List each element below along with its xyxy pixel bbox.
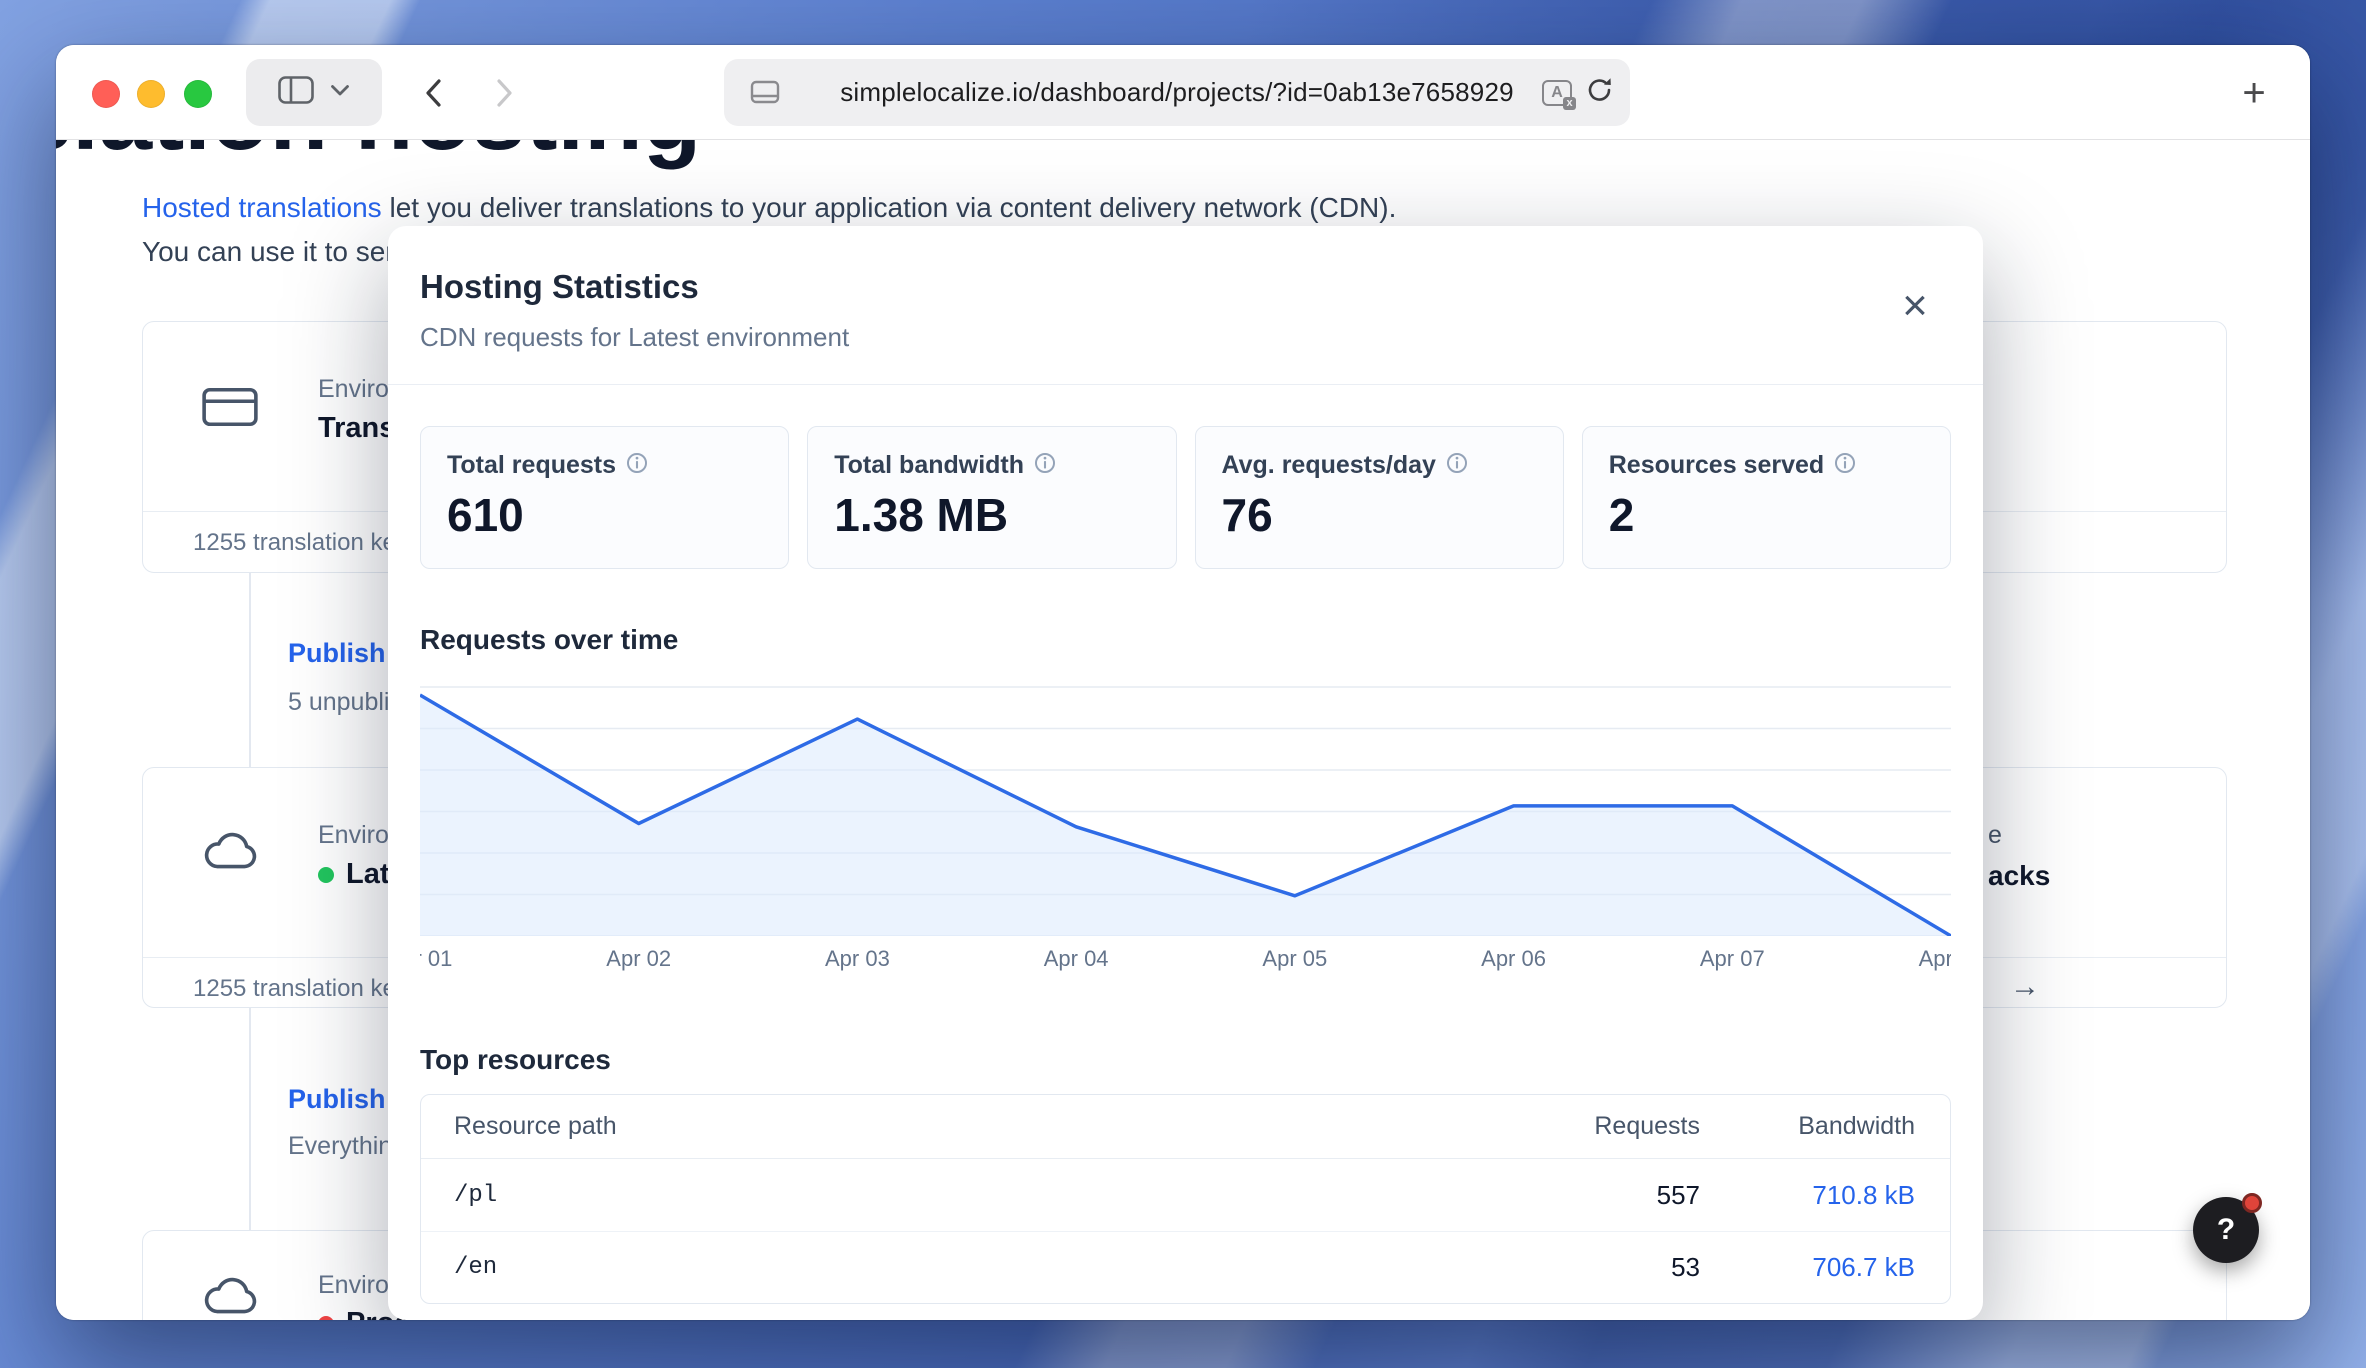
x-axis-labels: Apr 01 Apr 02 Apr 03 Apr 04 Apr 05 Apr 06 Apr … [420, 946, 1951, 980]
top-resources-table: Resource path Requests Bandwidth /pl 557… [420, 1094, 1951, 1304]
bandwidth-cell: 710.8 kB [1700, 1180, 1915, 1211]
cloud-icon [201, 830, 259, 879]
column-header-requests: Requests [1460, 1112, 1700, 1141]
requests-chart [420, 677, 1951, 936]
back-button[interactable] [405, 65, 461, 121]
stat-card-resources-served: Resources served 2 [1582, 426, 1951, 569]
resource-path-cell: /pl [421, 1182, 1460, 1209]
stat-value: 76 [1222, 488, 1537, 542]
status-dot-green [318, 867, 334, 883]
stat-label: Total requests [447, 451, 616, 480]
x-axis-label: Apr 01 [420, 946, 452, 972]
x-axis-label: Apr 06 [1481, 946, 1546, 972]
requests-cell: 557 [1460, 1180, 1700, 1211]
info-icon[interactable] [1834, 452, 1856, 479]
translations-card-icon [201, 384, 259, 435]
column-header-bandwidth: Bandwidth [1700, 1112, 1915, 1141]
cloud-icon [201, 1275, 259, 1320]
truncated-value-text: acks [1988, 860, 2050, 892]
x-axis-label: Apr 07 [1700, 946, 1765, 972]
sidebar-icon [278, 76, 314, 109]
reload-icon[interactable] [1586, 75, 1614, 110]
chart-section-title: Requests over time [420, 624, 678, 656]
x-axis-label: Apr 05 [1262, 946, 1327, 972]
stat-card-total-requests: Total requests 610 [420, 426, 789, 569]
table-row[interactable]: /pl 557 710.8 kB [421, 1159, 1950, 1231]
hosted-translations-link[interactable]: Hosted translations [142, 192, 382, 223]
x-axis-label: Apr 02 [606, 946, 671, 972]
resource-path-cell: /en [421, 1254, 1460, 1281]
info-icon[interactable] [1034, 452, 1056, 479]
info-icon[interactable] [626, 452, 648, 479]
timeline-connector [249, 1008, 251, 1230]
stat-value: 2 [1609, 488, 1924, 542]
address-bar[interactable]: simplelocalize.io/dashboard/projects/?id… [724, 59, 1630, 126]
arrow-right-icon[interactable]: → [2010, 970, 2040, 1004]
modal-subtitle: CDN requests for Latest environment [420, 322, 849, 353]
status-dot-red [318, 1316, 334, 1321]
browser-window: simplelocalize.io/dashboard/projects/?id… [56, 45, 2310, 1320]
stat-label: Total bandwidth [834, 451, 1024, 480]
intro-rest: let you deliver translations to your app… [382, 192, 1397, 223]
info-icon[interactable] [1446, 452, 1468, 479]
sidebar-toggle-group[interactable] [246, 59, 382, 126]
translation-keys-count: 1255 translation keys [193, 529, 420, 557]
chevron-down-icon [330, 84, 350, 102]
url-text: simplelocalize.io/dashboard/projects/?id… [724, 59, 1630, 126]
browser-toolbar: simplelocalize.io/dashboard/projects/?id… [56, 45, 2310, 140]
intro-line-1: Hosted translations let you deliver tran… [142, 192, 1396, 224]
table-section-title: Top resources [420, 1044, 611, 1076]
requests-cell: 53 [1460, 1252, 1700, 1283]
stat-label: Resources served [1609, 451, 1824, 480]
column-header-resource-path: Resource path [421, 1112, 1460, 1141]
stat-card-avg-requests: Avg. requests/day 76 [1195, 426, 1564, 569]
modal-title: Hosting Statistics [420, 268, 699, 306]
help-notification-dot [2242, 1193, 2262, 1213]
stat-card-total-bandwidth: Total bandwidth 1.38 MB [807, 426, 1176, 569]
table-header-row: Resource path Requests Bandwidth [421, 1095, 1950, 1159]
bandwidth-cell: 706.7 kB [1700, 1252, 1915, 1283]
stat-value: 610 [447, 488, 762, 542]
hosting-statistics-modal: Hosting Statistics CDN requests for Late… [388, 226, 1983, 1320]
page-title: Translation hosting [56, 140, 701, 172]
stat-label: Avg. requests/day [1222, 451, 1436, 480]
close-window-button[interactable] [92, 80, 120, 108]
requests-chart-svg [420, 677, 1951, 936]
translate-icon[interactable]: Ax [1542, 80, 1572, 106]
table-row[interactable]: /en 53 706.7 kB [421, 1231, 1950, 1303]
new-tab-button[interactable]: + [2226, 65, 2282, 121]
stat-value: 1.38 MB [834, 488, 1149, 542]
translation-keys-count: 1255 translation keys [193, 975, 420, 1003]
x-axis-label: Apr 03 [825, 946, 890, 972]
minimize-window-button[interactable] [137, 80, 165, 108]
timeline-connector [249, 573, 251, 767]
x-axis-label: Apr 04 [1044, 946, 1109, 972]
close-icon[interactable]: × [1891, 282, 1939, 330]
zoom-window-button[interactable] [184, 80, 212, 108]
truncated-label-text: e [1988, 821, 2002, 850]
stats-row: Total requests 610 Total bandwidth 1.38 … [420, 426, 1951, 569]
forward-button[interactable] [477, 65, 533, 121]
modal-header-divider [388, 384, 1983, 385]
x-axis-label: Apr 08 [1919, 946, 1951, 972]
